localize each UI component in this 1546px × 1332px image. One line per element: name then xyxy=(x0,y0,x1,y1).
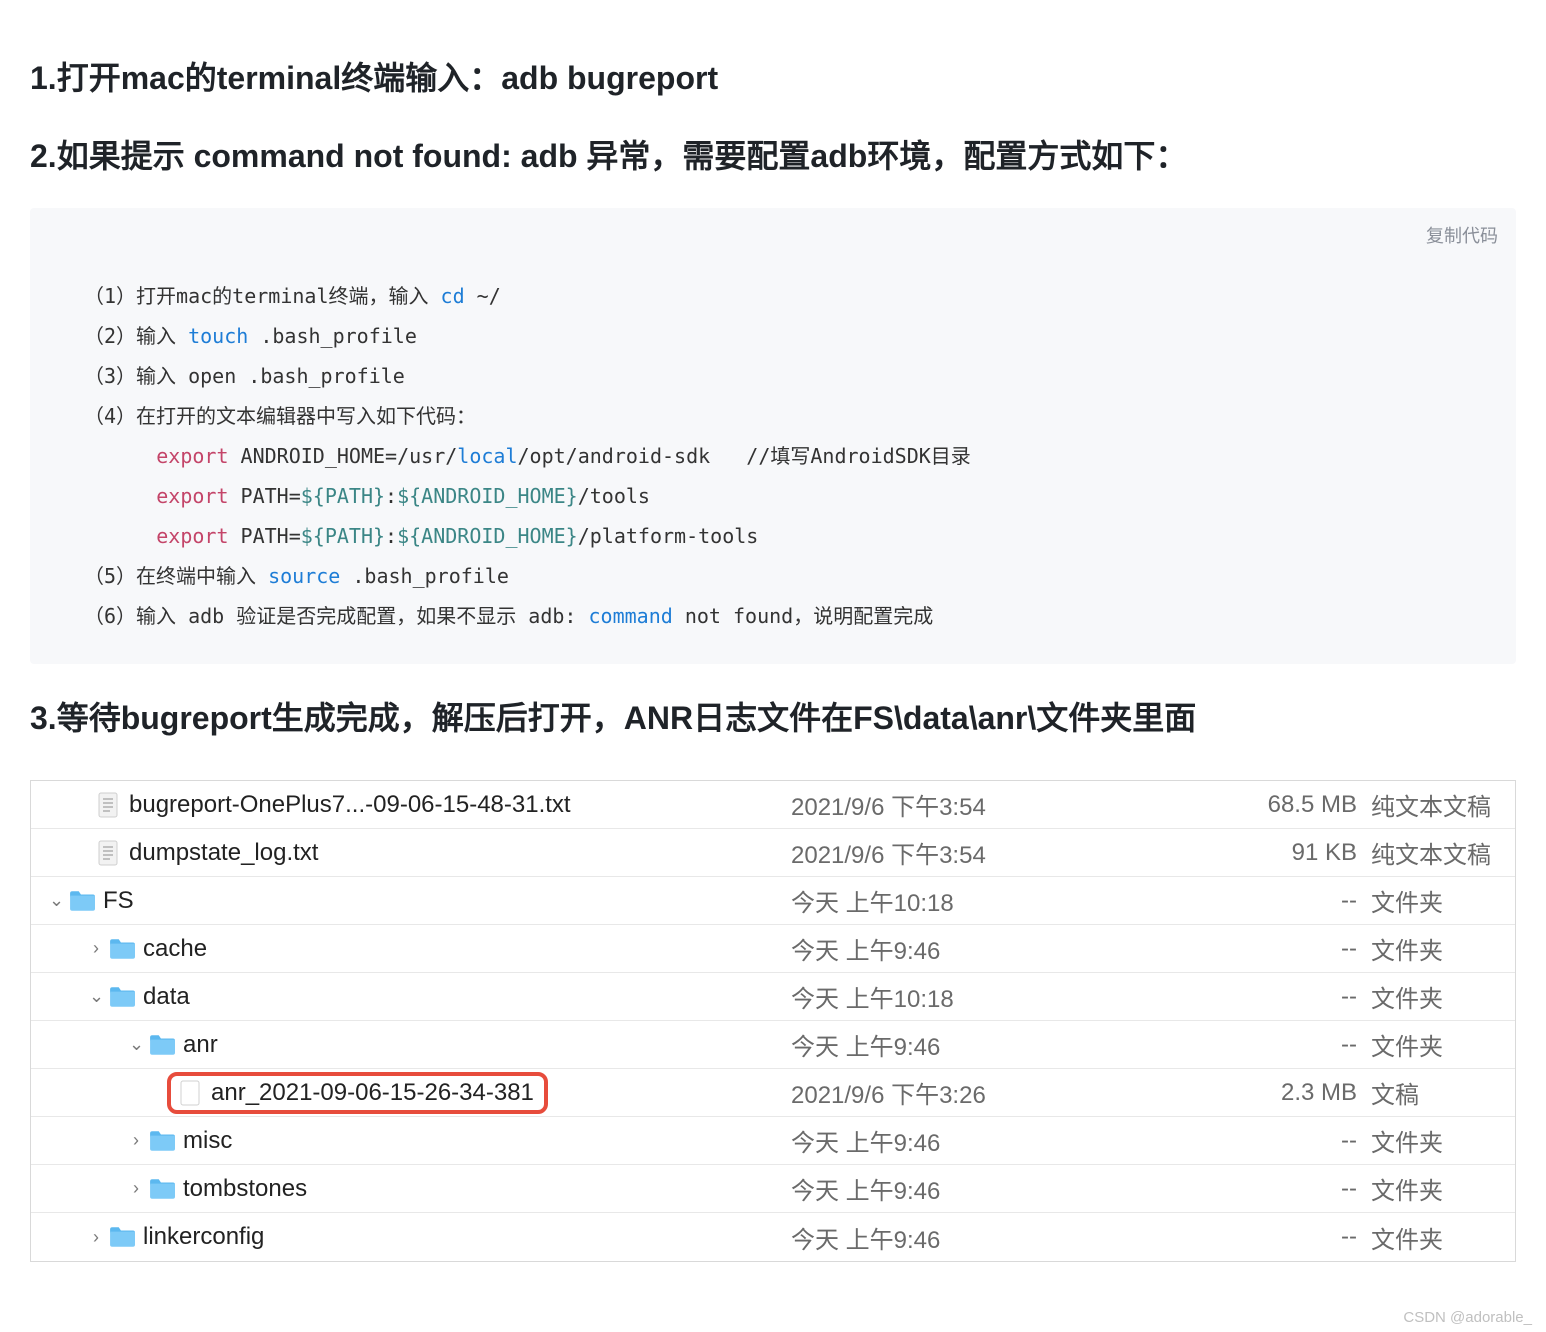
file-date: 今天 上午9:46 xyxy=(791,931,1211,966)
folder-icon xyxy=(69,888,95,914)
finder-row[interactable]: ⌄ FS 今天 上午10:18--文件夹 xyxy=(31,877,1515,925)
finder-row[interactable]: anr_2021-09-06-15-26-34-381 2021/9/6 下午3:… xyxy=(31,1069,1515,1117)
file-name-cell: bugreport-OnePlus7...-09-06-15-48-31.txt xyxy=(31,781,791,828)
file-date: 2021/9/6 下午3:54 xyxy=(791,835,1211,870)
file-name-cell: ⌄ anr xyxy=(31,1021,791,1068)
file-size: -- xyxy=(1211,1175,1371,1203)
file-date: 2021/9/6 下午3:54 xyxy=(791,787,1211,822)
finder-row[interactable]: › cache 今天 上午9:46--文件夹 xyxy=(31,925,1515,973)
file-name-label: dumpstate_log.txt xyxy=(129,839,318,867)
disclosure-triangle-icon[interactable]: ⌄ xyxy=(129,1034,143,1055)
file-name-cell: ⌄ data xyxy=(31,973,791,1020)
file-name-cell: › linkerconfig xyxy=(31,1213,791,1261)
file-size: 2.3 MB xyxy=(1211,1079,1371,1107)
file-date: 2021/9/6 下午3:26 xyxy=(791,1075,1211,1110)
file-name-label: cache xyxy=(143,935,207,963)
code-line-3: （3）输入 open .bash_profile xyxy=(84,364,405,388)
file-date: 今天 上午9:46 xyxy=(791,1171,1211,1206)
heading-step1: 1.打开mac的terminal终端输入：adb bugreport xyxy=(30,54,1516,102)
file-size: -- xyxy=(1211,983,1371,1011)
disclosure-triangle-icon[interactable]: ⌄ xyxy=(49,890,63,911)
file-kind: 文件夹 xyxy=(1371,1123,1497,1158)
disclosure-triangle-icon[interactable]: ⌄ xyxy=(89,986,103,1007)
file-name-label: misc xyxy=(183,1127,232,1155)
file-date: 今天 上午9:46 xyxy=(791,1220,1211,1255)
highlight-box: anr_2021-09-06-15-26-34-381 xyxy=(167,1072,548,1114)
file-size: -- xyxy=(1211,887,1371,915)
file-name-label: data xyxy=(143,983,190,1011)
file-name-cell: anr_2021-09-06-15-26-34-381 xyxy=(31,1069,791,1116)
file-name-label: bugreport-OnePlus7...-09-06-15-48-31.txt xyxy=(129,791,571,819)
code-line-2: （2）输入 touch .bash_profile xyxy=(84,324,417,348)
folder-icon xyxy=(109,984,135,1010)
folder-icon xyxy=(149,1176,175,1202)
file-kind: 文件夹 xyxy=(1371,1027,1497,1062)
folder-icon xyxy=(109,1224,135,1250)
file-kind: 文件夹 xyxy=(1371,1171,1497,1206)
file-kind: 纯文本文稿 xyxy=(1371,835,1497,870)
finder-row[interactable]: › misc 今天 上午9:46--文件夹 xyxy=(31,1117,1515,1165)
file-size: -- xyxy=(1211,935,1371,963)
file-size: -- xyxy=(1211,1031,1371,1059)
disclosure-triangle-icon[interactable]: › xyxy=(89,1227,103,1248)
file-size: -- xyxy=(1211,1127,1371,1155)
watermark: CSDN @adorable_ xyxy=(1403,1309,1532,1326)
file-kind: 文件夹 xyxy=(1371,931,1497,966)
file-date: 今天 上午9:46 xyxy=(791,1027,1211,1062)
file-name-label: linkerconfig xyxy=(143,1223,264,1251)
file-kind: 文件夹 xyxy=(1371,1220,1497,1255)
finder-row[interactable]: › tombstones 今天 上午9:46--文件夹 xyxy=(31,1165,1515,1213)
file-kind: 纯文本文稿 xyxy=(1371,787,1497,822)
file-size: -- xyxy=(1211,1223,1371,1251)
file-date: 今天 上午9:46 xyxy=(791,1123,1211,1158)
finder-row[interactable]: ⌄ anr 今天 上午9:46--文件夹 xyxy=(31,1021,1515,1069)
file-name-cell: › misc xyxy=(31,1117,791,1164)
finder-row[interactable]: bugreport-OnePlus7...-09-06-15-48-31.txt… xyxy=(31,781,1515,829)
folder-icon xyxy=(109,936,135,962)
file-name-cell: › tombstones xyxy=(31,1165,791,1212)
disclosure-triangle-icon[interactable]: › xyxy=(89,938,103,959)
txt-icon xyxy=(95,840,121,866)
file-name-cell: ⌄ FS xyxy=(31,877,791,924)
code-line-9: （6）输入 adb 验证是否完成配置，如果不显示 adb: command no… xyxy=(84,604,933,628)
finder-listing: bugreport-OnePlus7...-09-06-15-48-31.txt… xyxy=(30,780,1516,1262)
copy-code-button[interactable]: 复制代码 xyxy=(1426,218,1498,254)
disclosure-triangle-icon[interactable]: › xyxy=(129,1178,143,1199)
file-name-cell: › cache xyxy=(31,925,791,972)
file-date: 今天 上午10:18 xyxy=(791,979,1211,1014)
file-name-label: anr_2021-09-06-15-26-34-381 xyxy=(211,1079,534,1107)
folder-icon xyxy=(149,1032,175,1058)
file-kind: 文稿 xyxy=(1371,1075,1497,1110)
disclosure-triangle-icon[interactable]: › xyxy=(129,1130,143,1151)
txt-icon xyxy=(95,792,121,818)
file-date: 今天 上午10:18 xyxy=(791,883,1211,918)
finder-row[interactable]: ⌄ data 今天 上午10:18--文件夹 xyxy=(31,973,1515,1021)
code-line-1: （1）打开mac的terminal终端，输入 cd ~/ xyxy=(84,284,501,308)
finder-row[interactable]: dumpstate_log.txt 2021/9/6 下午3:5491 KB纯文本… xyxy=(31,829,1515,877)
file-name-label: anr xyxy=(183,1031,218,1059)
code-line-6: export PATH=${PATH}:${ANDROID_HOME}/tool… xyxy=(84,484,650,508)
doc-icon xyxy=(177,1080,203,1106)
folder-icon xyxy=(149,1128,175,1154)
heading-step2: 2.如果提示 command not found: adb 异常，需要配置adb… xyxy=(30,132,1516,180)
file-kind: 文件夹 xyxy=(1371,883,1497,918)
file-name-label: tombstones xyxy=(183,1175,307,1203)
file-kind: 文件夹 xyxy=(1371,979,1497,1014)
file-name-label: FS xyxy=(103,887,134,915)
heading-step3: 3.等待bugreport生成完成，解压后打开，ANR日志文件在FS\data\… xyxy=(30,694,1516,742)
file-size: 68.5 MB xyxy=(1211,791,1371,819)
code-block: 复制代码 （1）打开mac的terminal终端，输入 cd ~/ （2）输入 t… xyxy=(30,208,1516,664)
code-line-4: （4）在打开的文本编辑器中写入如下代码： xyxy=(84,404,476,428)
code-line-8: （5）在终端中输入 source .bash_profile xyxy=(84,564,509,588)
code-line-7: export PATH=${PATH}:${ANDROID_HOME}/plat… xyxy=(84,524,758,548)
code-line-5: export ANDROID_HOME=/usr/local/opt/andro… xyxy=(84,444,971,468)
file-name-cell: dumpstate_log.txt xyxy=(31,829,791,876)
finder-row[interactable]: › linkerconfig 今天 上午9:46--文件夹 xyxy=(31,1213,1515,1261)
file-size: 91 KB xyxy=(1211,839,1371,867)
